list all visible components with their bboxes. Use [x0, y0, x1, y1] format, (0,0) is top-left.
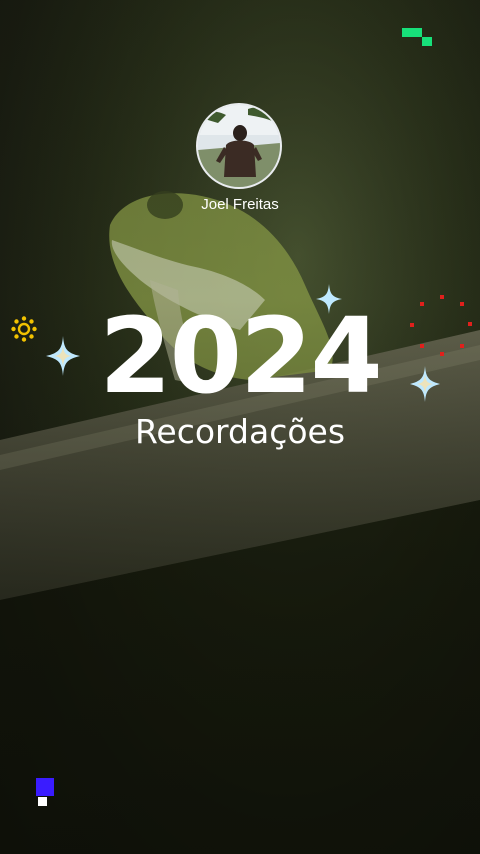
year-title: 2024 — [99, 295, 382, 417]
avatar-photo — [198, 105, 280, 187]
user-name: Joel Freitas — [201, 196, 279, 213]
avatar[interactable] — [196, 103, 282, 189]
memories-subtitle: Recordações — [134, 412, 346, 451]
pixel-logo-icon — [402, 28, 432, 46]
story-screen[interactable]: Joel Freitas 2024 Recordações — [0, 0, 480, 854]
pixel-square-icon — [36, 778, 54, 806]
